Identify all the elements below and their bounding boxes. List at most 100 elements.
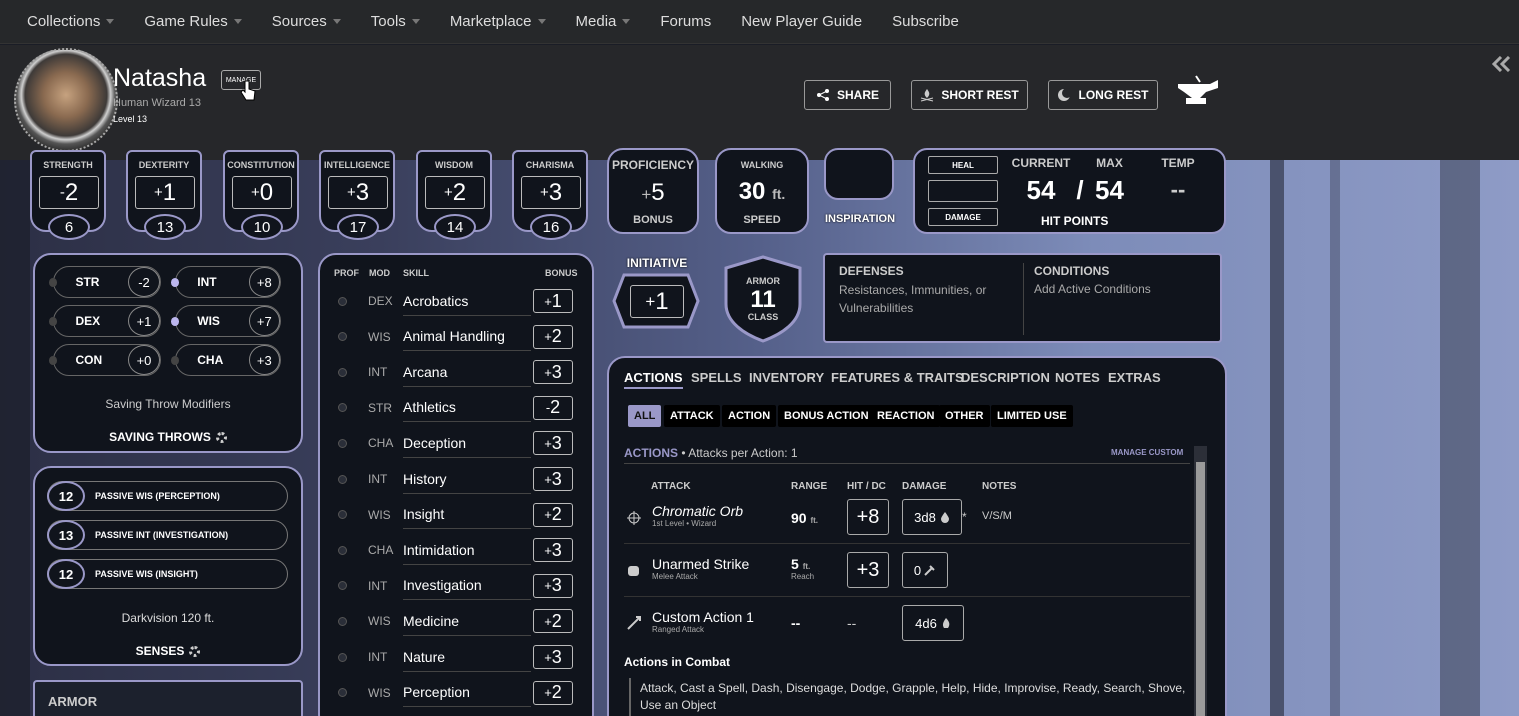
nav-collections[interactable]: Collections <box>27 13 115 30</box>
nav-new-player-guide[interactable]: New Player Guide <box>741 13 862 30</box>
acid-damage-icon <box>940 512 949 523</box>
skill-row-history[interactable]: INT History +3 <box>336 461 576 497</box>
nav-media[interactable]: Media <box>576 13 631 30</box>
saving-throw-modifiers: Saving Throw Modifiers <box>105 397 231 411</box>
skill-row-athletics[interactable]: STR Athletics -2 <box>336 390 576 426</box>
skill-row-intimidation[interactable]: CHA Intimidation +3 <box>336 532 576 568</box>
long-rest-button[interactable]: LONG REST <box>1048 80 1158 110</box>
tab-description[interactable]: DESCRIPTION <box>961 370 1050 385</box>
tab-inventory[interactable]: INVENTORY <box>749 370 824 385</box>
ability-constitution[interactable]: CONSTITUTION +0 10 <box>223 150 299 240</box>
filter-reaction[interactable]: REACTION <box>871 405 941 427</box>
saving-throws-title[interactable]: SAVING THROWS <box>33 430 303 444</box>
share-button[interactable]: SHARE <box>804 80 891 110</box>
hp-change-input[interactable] <box>928 180 998 202</box>
hit-bonus-box[interactable]: +3 <box>847 552 889 588</box>
damage-box[interactable]: 4d6 <box>902 605 964 641</box>
initiative-value[interactable]: +1 <box>630 285 684 318</box>
anvil-icon[interactable] <box>1176 74 1220 110</box>
hand-cursor-icon <box>240 80 256 101</box>
filter-other[interactable]: OTHER <box>939 405 990 427</box>
character-level: Level 13 <box>113 114 148 124</box>
tab-actions[interactable]: ACTIONS <box>624 370 683 389</box>
filter-action[interactable]: ACTION <box>722 405 777 427</box>
save-int[interactable]: INT +8 <box>171 266 281 298</box>
nav-forums[interactable]: Forums <box>660 13 711 30</box>
gear-icon <box>215 432 227 444</box>
skill-name: Investigation <box>403 571 531 601</box>
chevron-down-icon <box>106 19 115 24</box>
skill-bonus: +3 <box>533 360 573 385</box>
skill-mod: STR <box>368 400 392 415</box>
save-dex[interactable]: DEX +1 <box>49 305 161 337</box>
ability-strength[interactable]: STRENGTH -2 6 <box>30 150 106 240</box>
chevron-down-icon <box>411 19 420 24</box>
skill-row-insight[interactable]: WIS Insight +2 <box>336 497 576 533</box>
character-avatar[interactable] <box>14 48 118 152</box>
skill-name: Acrobatics <box>403 287 531 316</box>
tab-spells[interactable]: SPELLS <box>691 370 742 385</box>
skill-row-arcana[interactable]: INT Arcana +3 <box>336 354 576 390</box>
save-cha[interactable]: CHA +3 <box>171 344 281 376</box>
conditions-text: Add Active Conditions <box>1034 282 1151 296</box>
skill-row-investigation[interactable]: INT Investigation +3 <box>336 568 576 604</box>
skill-row-nature[interactable]: INT Nature +3 <box>336 639 576 675</box>
damage-box[interactable]: 3d8 <box>902 499 962 535</box>
filter-attack[interactable]: ATTACK <box>664 405 720 427</box>
top-nav: Collections Game Rules Sources Tools Mar… <box>0 0 1519 44</box>
save-con[interactable]: CON +0 <box>49 344 161 376</box>
skill-mod: INT <box>368 472 388 486</box>
hit-bonus-box[interactable]: +8 <box>847 499 889 535</box>
actions-scrollbar[interactable] <box>1194 446 1207 716</box>
collapse-sidebar-icon[interactable] <box>1492 56 1512 72</box>
short-rest-button[interactable]: SHORT REST <box>911 80 1028 110</box>
damage-box[interactable]: 0 <box>902 552 948 588</box>
nav-tools[interactable]: Tools <box>371 13 420 30</box>
ability-wisdom[interactable]: WISDOM +2 14 <box>416 150 492 240</box>
tab-notes[interactable]: NOTES <box>1055 370 1100 385</box>
hp-temp[interactable]: -- <box>1153 177 1203 203</box>
skill-row-acrobatics[interactable]: DEX Acrobatics +1 <box>336 283 576 319</box>
damage-button[interactable]: DAMAGE <box>928 208 998 226</box>
conditions-title[interactable]: CONDITIONS <box>1034 264 1109 278</box>
manage-custom-link[interactable]: MANAGE CUSTOM <box>1111 448 1183 457</box>
save-str[interactable]: STR -2 <box>49 266 161 298</box>
nav-game-rules[interactable]: Game Rules <box>144 13 242 30</box>
inspiration-toggle[interactable] <box>824 148 894 200</box>
ranged-attack-icon <box>627 616 641 630</box>
actions-in-combat-title: Actions in Combat <box>624 655 731 669</box>
character-header <box>0 45 1519 160</box>
armor-class-value[interactable]: 11 <box>722 286 804 314</box>
filter-all[interactable]: ALL <box>628 405 662 427</box>
skill-bonus: +2 <box>533 502 573 527</box>
tab-features-traits[interactable]: FEATURES & TRAITS <box>831 370 964 385</box>
save-wis[interactable]: WIS +7 <box>171 305 281 337</box>
senses-title[interactable]: SENSES <box>33 644 303 658</box>
skill-mod: WIS <box>368 329 391 344</box>
ability-dexterity[interactable]: DEXTERITY +1 13 <box>126 150 202 240</box>
nav-marketplace[interactable]: Marketplace <box>450 13 546 30</box>
tab-extras[interactable]: EXTRAS <box>1108 370 1161 385</box>
fist-icon <box>628 566 639 576</box>
skill-name: History <box>403 465 531 494</box>
heal-button[interactable]: HEAL <box>928 156 998 174</box>
skill-row-animal-handling[interactable]: WIS Animal Handling +2 <box>336 319 576 355</box>
filter-bonus-action[interactable]: BONUS ACTION <box>778 405 875 427</box>
filter-limited-use[interactable]: LIMITED USE <box>991 405 1073 427</box>
ability-charisma[interactable]: CHARISMA +3 16 <box>512 150 588 240</box>
skill-bonus: +3 <box>533 573 573 598</box>
skill-row-deception[interactable]: CHA Deception +3 <box>336 425 576 461</box>
ability-intelligence[interactable]: INTELLIGENCE +3 17 <box>319 150 395 240</box>
defenses-title[interactable]: DEFENSES <box>839 264 904 278</box>
skill-row-medicine[interactable]: WIS Medicine +2 <box>336 603 576 639</box>
skill-row-perception[interactable]: WIS Perception +2 <box>336 675 576 711</box>
scrollbar-thumb[interactable] <box>1196 462 1205 716</box>
sense-passive-insight: 12 PASSIVE WIS (INSIGHT) <box>47 559 288 589</box>
skill-mod: WIS <box>368 685 391 700</box>
nav-sources[interactable]: Sources <box>272 13 341 30</box>
nav-subscribe[interactable]: Subscribe <box>892 13 959 30</box>
skill-bonus: +2 <box>533 680 573 705</box>
hp-current[interactable]: 54 <box>1011 175 1071 206</box>
proficiency-dot <box>338 367 347 377</box>
initiative-label: INITIATIVE <box>626 256 688 270</box>
